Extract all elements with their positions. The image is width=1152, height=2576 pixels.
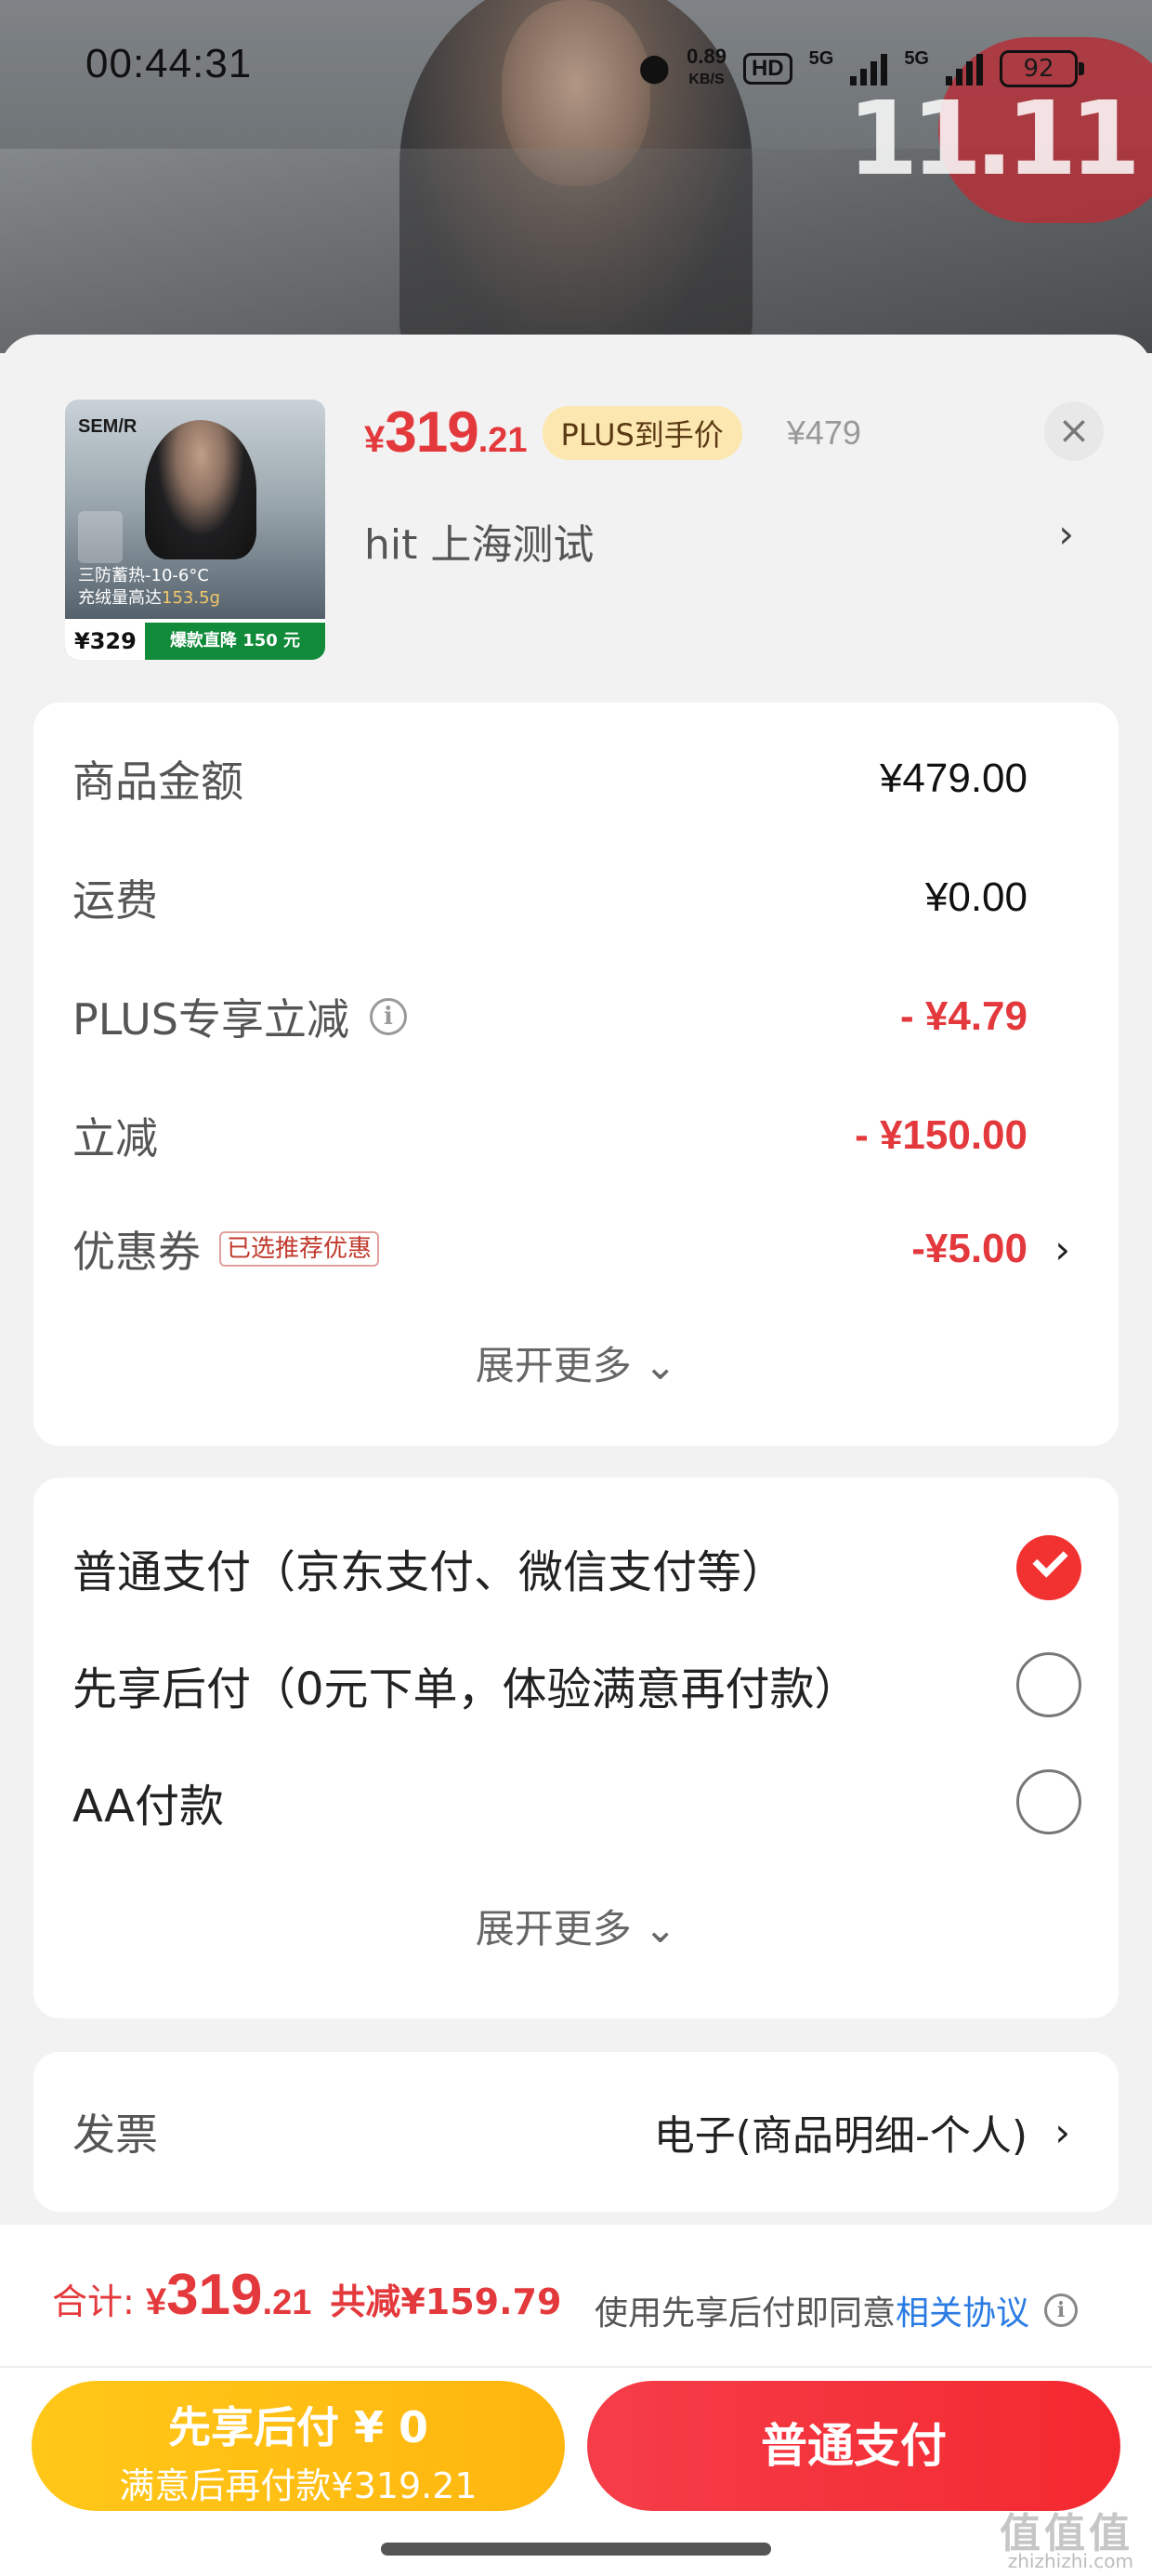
sim2-5g-label: 5G	[904, 48, 929, 69]
total-price-symbol: ¥	[145, 2281, 167, 2322]
thumbnail-brand: SEM/R	[78, 416, 137, 437]
product-spec[interactable]: hit 上海测试	[364, 511, 594, 571]
network-speed-unit: KB/S	[688, 72, 725, 87]
invoice-value: 电子(商品明细-个人)	[653, 2112, 1028, 2160]
total-price: ¥319.21	[135, 2262, 312, 2328]
product-price: ¥319.21	[364, 400, 528, 466]
thumbnail-promo: 三防蓄热-10-6°C 充绒量高达153.5g	[78, 565, 220, 610]
network-speed-value: 0.89	[687, 45, 727, 68]
invoice-chevron-right-icon[interactable]: ›	[1054, 2109, 1070, 2155]
payment-option-aa-radio[interactable]	[1016, 1769, 1081, 1834]
status-time: 00:44:31	[85, 41, 253, 86]
invoice-card[interactable]: 发票 电子(商品明细-个人) ›	[33, 2052, 1119, 2212]
price-row-coupon[interactable]: 优惠券 已选推荐优惠 -¥5.00 ›	[72, 1212, 1119, 1286]
goods-amount-value: ¥479.00	[879, 756, 1028, 801]
agreement-info-icon[interactable]: i	[1044, 2293, 1079, 2327]
thumbnail-price: ¥329	[74, 628, 137, 654]
thumbnail-promo-line2: 充绒量高达	[78, 588, 162, 608]
status-icons: ⬤ 0.89 KB/S HD 5G 5G 92	[638, 46, 1084, 90]
thumbnail-banner: 爆款直降 150 元	[145, 623, 325, 660]
total-saved: 共减¥159.79	[330, 2281, 562, 2322]
original-price: ¥479	[786, 413, 861, 452]
payment-option-bnpl-radio[interactable]	[1016, 1652, 1081, 1717]
spec-chevron-right-icon[interactable]: ›	[1058, 511, 1074, 557]
bnpl-pay-button-subtitle: 满意后再付款¥319.21	[119, 2465, 478, 2506]
payment-option-aa-label: AA付款	[72, 1781, 225, 1833]
thumbnail-promo-line1: 三防蓄热-10-6°C	[78, 566, 209, 585]
payment-option-normal-label: 普通支付（京东支付、微信支付等）	[72, 1546, 787, 1598]
agreement-text: 使用先享后付即同意	[595, 2294, 897, 2333]
total-price-dec: .21	[262, 2283, 312, 2322]
price-row-goods: 商品金额 ¥479.00	[72, 742, 1119, 816]
invoice-label: 发票	[72, 2109, 158, 2160]
expand-more-price[interactable]: 展开更多 ⌄	[33, 1334, 1119, 1391]
product-thumbnail: SEM/R 三防蓄热-10-6°C 充绒量高达153.5g ¥329 爆款直降 …	[65, 400, 325, 660]
coupon-chevron-right-icon[interactable]: ›	[1054, 1227, 1070, 1272]
thumbnail-promo-accent: 153.5g	[162, 588, 220, 608]
total-label: 合计:	[52, 2281, 135, 2322]
home-indicator[interactable]	[381, 2543, 771, 2556]
thumbnail-model	[145, 420, 256, 559]
normal-pay-button[interactable]: 普通支付	[587, 2381, 1120, 2511]
plus-discount-label: PLUS专享立减	[72, 994, 349, 1045]
signal-bars-icon	[850, 52, 888, 85]
invoice-row[interactable]: 发票 电子(商品明细-个人) ›	[72, 2095, 1119, 2169]
total-summary: 合计: ¥319.21 共减¥159.79	[52, 2262, 561, 2346]
bnpl-pay-button[interactable]: 先享后付 ¥ 0 满意后再付款¥319.21	[32, 2381, 565, 2511]
product-price-symbol: ¥	[364, 419, 386, 460]
expand-more-payment[interactable]: 展开更多 ⌄	[33, 1898, 1119, 1954]
info-icon[interactable]: i	[369, 998, 407, 1035]
payment-option-aa[interactable]: AA付款	[72, 1760, 1119, 1844]
coupon-value: -¥5.00	[911, 1226, 1028, 1271]
instant-discount-label: 立减	[72, 1113, 158, 1163]
network-speed: 0.89 KB/S	[687, 46, 727, 90]
product-price-row: ¥319.21 PLUS到手价 ¥479	[364, 400, 861, 466]
coupon-label: 优惠券	[72, 1227, 201, 1277]
bnpl-pay-button-title: 先享后付 ¥ 0	[167, 2402, 429, 2452]
payment-option-normal[interactable]: 普通支付（京东支付、微信支付等）	[72, 1526, 1119, 1610]
hd-voice-icon: HD	[742, 52, 792, 85]
location-icon: ⬤	[638, 53, 671, 84]
payment-option-bnpl-label: 先享后付（0元下单，体验满意再付款）	[72, 1663, 859, 1715]
sim1-5g-label: 5G	[808, 48, 834, 69]
agreement-link[interactable]: 相关协议	[896, 2286, 1029, 2334]
payment-option-bnpl[interactable]: 先享后付（0元下单，体验满意再付款）	[72, 1643, 1119, 1727]
shipping-value: ¥0.00	[924, 874, 1028, 920]
goods-amount-label: 商品金额	[72, 756, 243, 807]
price-row-shipping: 运费 ¥0.00	[72, 861, 1119, 935]
checkout-bottom-bar: 合计: ¥319.21 共减¥159.79 使用先享后付即同意 相关协议 i 先…	[0, 2225, 1152, 2576]
watermark-url: zhizhizhi.com	[1007, 2550, 1133, 2572]
bottom-divider	[0, 2366, 1152, 2368]
payment-method-card: 普通支付（京东支付、微信支付等） 先享后付（0元下单，体验满意再付款） AA付款…	[33, 1478, 1119, 2018]
signal-bars-icon-2	[946, 52, 983, 85]
price-row-instant-discount: 立减 - ¥150.00	[72, 1098, 1119, 1173]
close-button[interactable]: ×	[1044, 401, 1104, 461]
total-price-int: 319	[166, 2263, 263, 2327]
status-bar: 00:44:31 ⬤ 0.89 KB/S HD 5G 5G 92	[0, 0, 1152, 130]
instant-discount-value: - ¥150.00	[855, 1112, 1028, 1158]
battery-icon: 92	[1000, 49, 1084, 87]
price-details-card: 商品金额 ¥479.00 运费 ¥0.00 PLUS专享立减 i - ¥4.79…	[33, 703, 1119, 1446]
plus-price-tag: PLUS到手价	[542, 405, 742, 460]
plus-discount-value: - ¥4.79	[900, 993, 1028, 1039]
product-price-int: 319	[385, 401, 478, 465]
product-price-dec: .21	[478, 421, 528, 460]
agreement-notice: 使用先享后付即同意 相关协议 i	[595, 2286, 1079, 2334]
payment-option-normal-radio[interactable]	[1016, 1535, 1081, 1600]
coupon-recommended-tag: 已选推荐优惠	[219, 1231, 380, 1267]
thumbnail-feature-badge	[78, 511, 123, 563]
shipping-label: 运费	[72, 875, 158, 926]
price-row-plus-discount: PLUS专享立减 i - ¥4.79	[72, 979, 1119, 1054]
